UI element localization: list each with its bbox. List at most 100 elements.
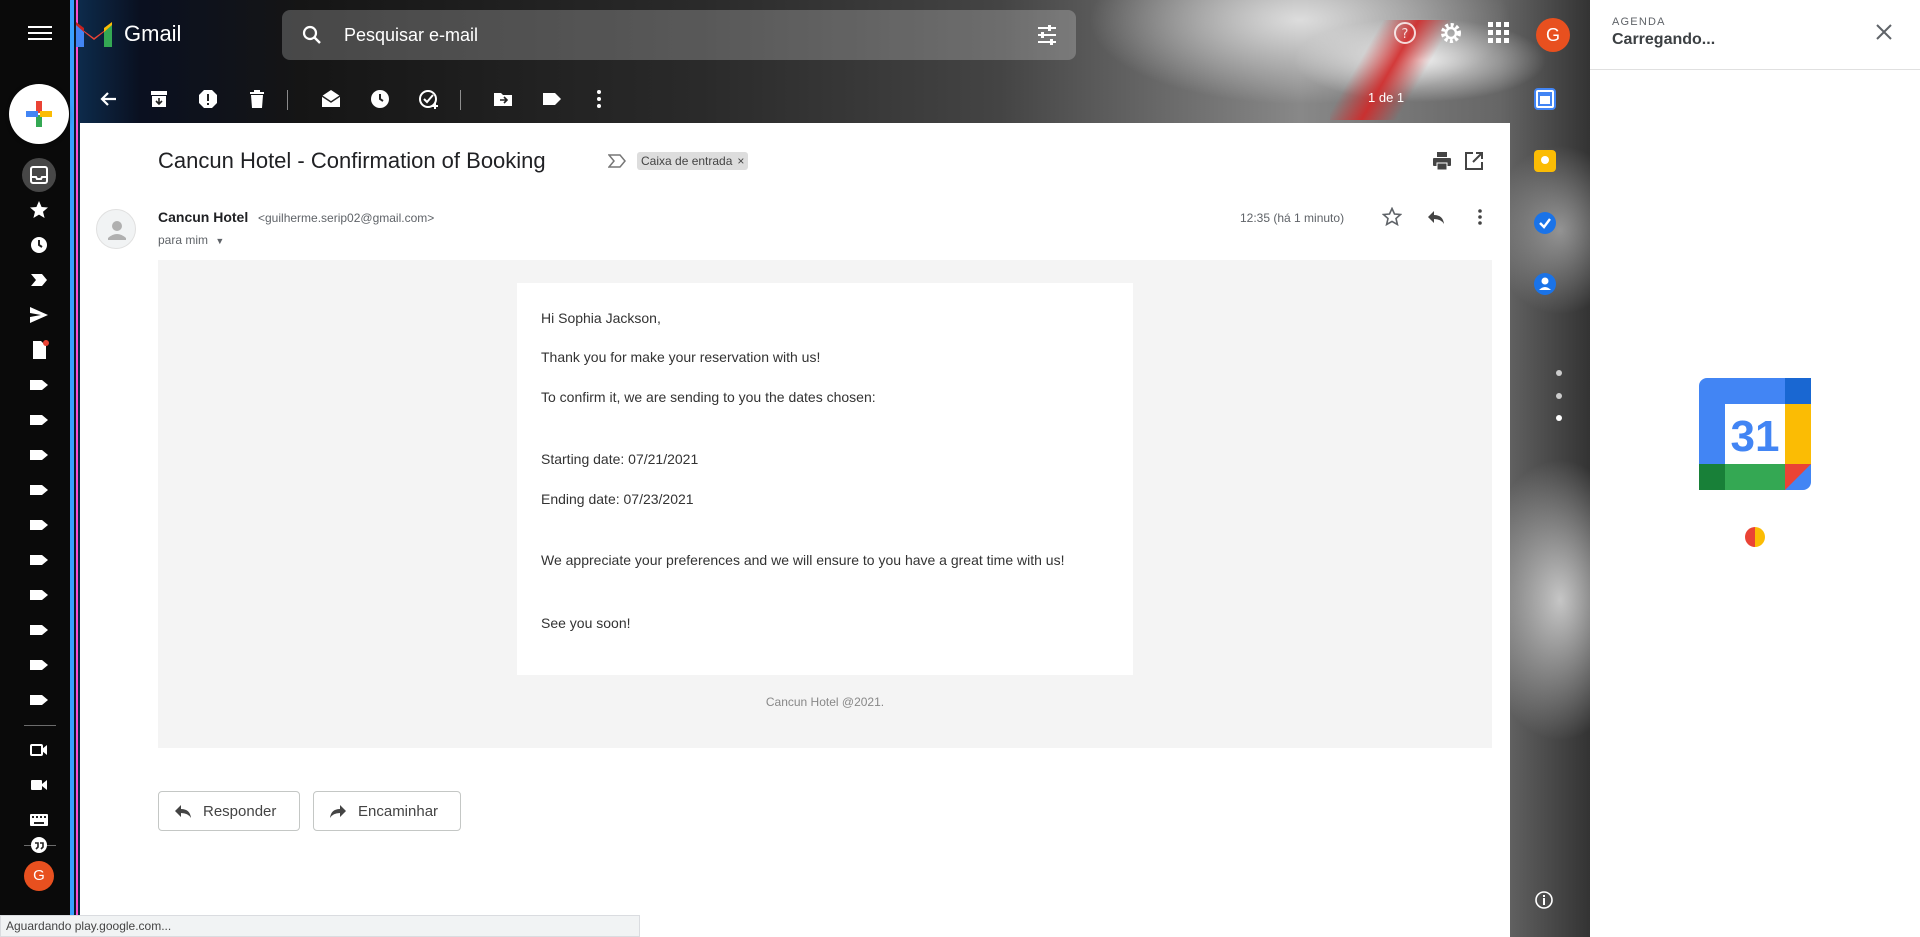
important-icon[interactable] xyxy=(29,270,49,290)
message-toolbar: 1 de 1 xyxy=(80,80,1510,120)
check-icon xyxy=(1539,218,1551,229)
sender-name[interactable]: Cancun Hotel xyxy=(158,209,248,225)
email-footer: Cancun Hotel @2021. xyxy=(765,695,885,709)
snoozed-icon[interactable] xyxy=(29,235,49,255)
inbox-icon[interactable] xyxy=(29,165,49,185)
label-icon[interactable] xyxy=(29,375,49,395)
plus-icon xyxy=(26,101,52,127)
label-chip-text: Caixa de entrada xyxy=(641,154,733,168)
keyboard-icon[interactable] xyxy=(29,810,49,830)
calendar-panel-status: Carregando... xyxy=(1612,31,1716,48)
email-paragraph: We appreciate your preferences and we wi… xyxy=(541,552,1065,568)
close-icon[interactable] xyxy=(1874,22,1894,42)
account-avatar[interactable]: G xyxy=(1536,18,1570,52)
label-icon[interactable] xyxy=(29,410,49,430)
hangouts-avatar[interactable]: G xyxy=(24,861,54,891)
filter-icon[interactable] xyxy=(1036,24,1058,46)
add-task-icon[interactable] xyxy=(418,88,440,110)
label-icon[interactable] xyxy=(29,445,49,465)
message-view: Cancun Hotel - Confirmation of Booking C… xyxy=(80,123,1510,937)
recipient-dropdown[interactable]: para mim ▼ xyxy=(158,233,224,247)
sent-icon[interactable] xyxy=(29,305,49,325)
top-bar: Gmail ? xyxy=(0,0,1590,70)
label-icon[interactable] xyxy=(29,480,49,500)
scroll-dot xyxy=(1556,370,1562,376)
importance-marker-icon[interactable] xyxy=(608,154,626,168)
apps-icon[interactable] xyxy=(1486,20,1510,44)
label-icon[interactable] xyxy=(29,550,49,570)
reply-icon[interactable] xyxy=(1426,207,1446,227)
more-options-icon[interactable] xyxy=(1470,207,1490,227)
calendar-panel-header: AGENDA Carregando... xyxy=(1612,16,1715,49)
scroll-dot xyxy=(1556,393,1562,399)
chevron-down-icon: ▼ xyxy=(215,236,225,246)
info-icon[interactable] xyxy=(1534,890,1554,915)
search-input[interactable] xyxy=(344,20,984,50)
snooze-icon[interactable] xyxy=(369,88,391,110)
gmail-m-icon xyxy=(76,22,112,47)
starred-icon[interactable] xyxy=(29,200,49,220)
person-icon xyxy=(108,221,126,240)
label-icon[interactable] xyxy=(29,655,49,675)
settings-icon[interactable] xyxy=(1438,20,1464,46)
keep-icon[interactable] xyxy=(1534,150,1556,172)
forward-button[interactable]: Encaminhar xyxy=(313,791,461,831)
browser-status-bar: Aguardando play.google.com... xyxy=(0,915,640,937)
page-count: 1 de 1 xyxy=(1368,90,1405,105)
email-greeting: Hi Sophia Jackson, xyxy=(541,310,661,326)
more-icon[interactable] xyxy=(588,88,610,110)
label-icon[interactable] xyxy=(29,620,49,640)
email-content-card: Hi Sophia Jackson, Thank you for make yo… xyxy=(517,283,1133,675)
calendar-icon[interactable] xyxy=(1534,88,1556,110)
theme-background-stripe xyxy=(70,0,74,937)
move-to-icon[interactable] xyxy=(492,88,514,110)
help-icon[interactable]: ? xyxy=(1392,20,1418,46)
compose-button[interactable] xyxy=(9,84,69,144)
drafts-icon[interactable] xyxy=(29,340,49,360)
label-icon[interactable] xyxy=(29,585,49,605)
inbox-label-chip: Caixa de entrada × xyxy=(637,152,749,170)
print-icon[interactable] xyxy=(1432,151,1452,171)
hangouts-icon[interactable] xyxy=(29,835,49,855)
google-calendar-logo-icon: 31 xyxy=(1699,378,1811,490)
scroll-dot xyxy=(1556,415,1562,421)
contacts-icon[interactable] xyxy=(1534,273,1556,295)
open-new-window-icon[interactable] xyxy=(1464,151,1484,171)
reply-button[interactable]: Responder xyxy=(158,791,300,831)
delete-icon[interactable] xyxy=(246,88,268,110)
label-icon[interactable] xyxy=(29,690,49,710)
message-subject: Cancun Hotel - Confirmation of Booking xyxy=(158,148,546,173)
meet-join-icon[interactable] xyxy=(29,775,49,795)
toolbar-separator xyxy=(287,90,288,110)
email-closing: See you soon! xyxy=(541,615,631,631)
label-as-icon[interactable] xyxy=(541,88,563,110)
tasks-icon[interactable] xyxy=(1534,212,1556,234)
search-bar xyxy=(282,10,1076,60)
gmail-logo[interactable]: Gmail xyxy=(74,19,181,49)
toolbar-separator xyxy=(460,90,461,110)
report-spam-icon[interactable] xyxy=(197,88,219,110)
sender-email: <guilherme.serip02@gmail.com> xyxy=(258,211,435,225)
forward-icon xyxy=(330,805,346,818)
label-icon[interactable] xyxy=(29,515,49,535)
email-body: Hi Sophia Jackson, Thank you for make yo… xyxy=(158,260,1492,748)
calendar-glyph-icon xyxy=(1538,92,1552,106)
remove-label-icon[interactable]: × xyxy=(737,154,744,168)
main-menu-button[interactable] xyxy=(24,22,56,48)
star-icon[interactable] xyxy=(1382,207,1402,227)
calendar-side-panel: AGENDA Carregando... 31 xyxy=(1590,0,1920,937)
search-icon[interactable] xyxy=(300,23,324,47)
menu-icon xyxy=(28,26,52,28)
archive-icon[interactable] xyxy=(148,88,170,110)
message-time: 12:35 (há 1 minuto) xyxy=(1240,211,1345,225)
sender-avatar[interactable] xyxy=(96,209,136,249)
calendar-logo-number: 31 xyxy=(1731,412,1780,461)
mark-unread-icon[interactable] xyxy=(320,88,342,110)
bulb-icon xyxy=(1541,156,1549,164)
gmail-wordmark: Gmail xyxy=(124,21,182,46)
reply-icon xyxy=(175,805,191,818)
back-icon[interactable] xyxy=(98,88,120,110)
reply-button-label: Responder xyxy=(203,802,277,820)
meet-new-icon[interactable] xyxy=(29,740,49,760)
person-icon xyxy=(1539,277,1551,290)
